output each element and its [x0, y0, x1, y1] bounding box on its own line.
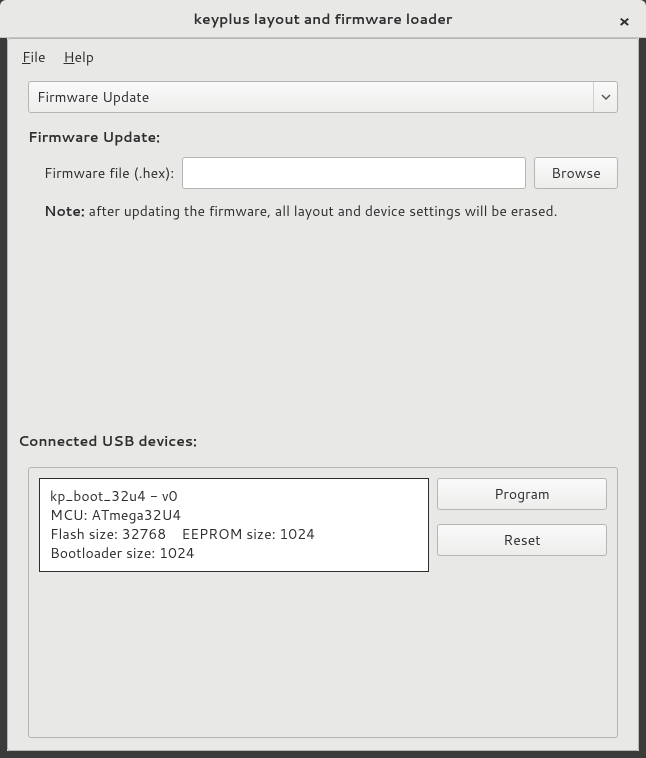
inner-panel: File Help Firmware Update Firmware Updat… [7, 38, 639, 751]
device-row: kp_boot_32u4 - v0 MCU: ATmega32U4 Flash … [39, 478, 607, 572]
menu-file[interactable]: File [22, 47, 46, 67]
browse-button[interactable]: Browse [534, 157, 618, 189]
app-window: keyplus layout and firmware loader × Fil… [0, 0, 646, 758]
menu-help[interactable]: Help [64, 47, 94, 67]
devices-panel: kp_boot_32u4 - v0 MCU: ATmega32U4 Flash … [28, 467, 618, 738]
content-area: Firmware Update Firmware Update: Firmwar… [8, 77, 638, 738]
device-line-boot: Bootloader size: 1024 [50, 544, 418, 563]
firmware-note-text: after updating the firmware, all layout … [85, 201, 558, 221]
device-line-mcu: MCU: ATmega32U4 [50, 506, 418, 525]
mode-dropdown[interactable]: Firmware Update [28, 81, 618, 113]
firmware-note-bold: Note: [44, 201, 85, 221]
chevron-down-icon [593, 82, 617, 112]
firmware-note: Note: after updating the firmware, all l… [28, 201, 618, 221]
firmware-file-label: Firmware file (.hex): [44, 163, 174, 183]
firmware-file-row: Firmware file (.hex): Browse [28, 157, 618, 189]
mode-dropdown-value: Firmware Update [37, 87, 149, 107]
reset-button[interactable]: Reset [437, 524, 607, 556]
spacer [28, 227, 618, 417]
window-title: keyplus layout and firmware loader [0, 9, 646, 29]
device-info-box[interactable]: kp_boot_32u4 - v0 MCU: ATmega32U4 Flash … [39, 478, 429, 572]
program-button[interactable]: Program [437, 478, 607, 510]
firmware-file-input[interactable] [182, 157, 526, 189]
titlebar: keyplus layout and firmware loader × [0, 0, 646, 38]
menubar: File Help [8, 39, 638, 77]
close-icon[interactable]: × [613, 8, 636, 35]
device-line-flash: Flash size: 32768 EEPROM size: 1024 [50, 525, 418, 544]
firmware-update-section-label: Firmware Update: [28, 127, 618, 147]
device-buttons: Program Reset [437, 478, 607, 556]
connected-devices-label: Connected USB devices: [18, 431, 618, 451]
window-body: File Help Firmware Update Firmware Updat… [0, 38, 646, 758]
device-line-name: kp_boot_32u4 - v0 [50, 487, 418, 506]
